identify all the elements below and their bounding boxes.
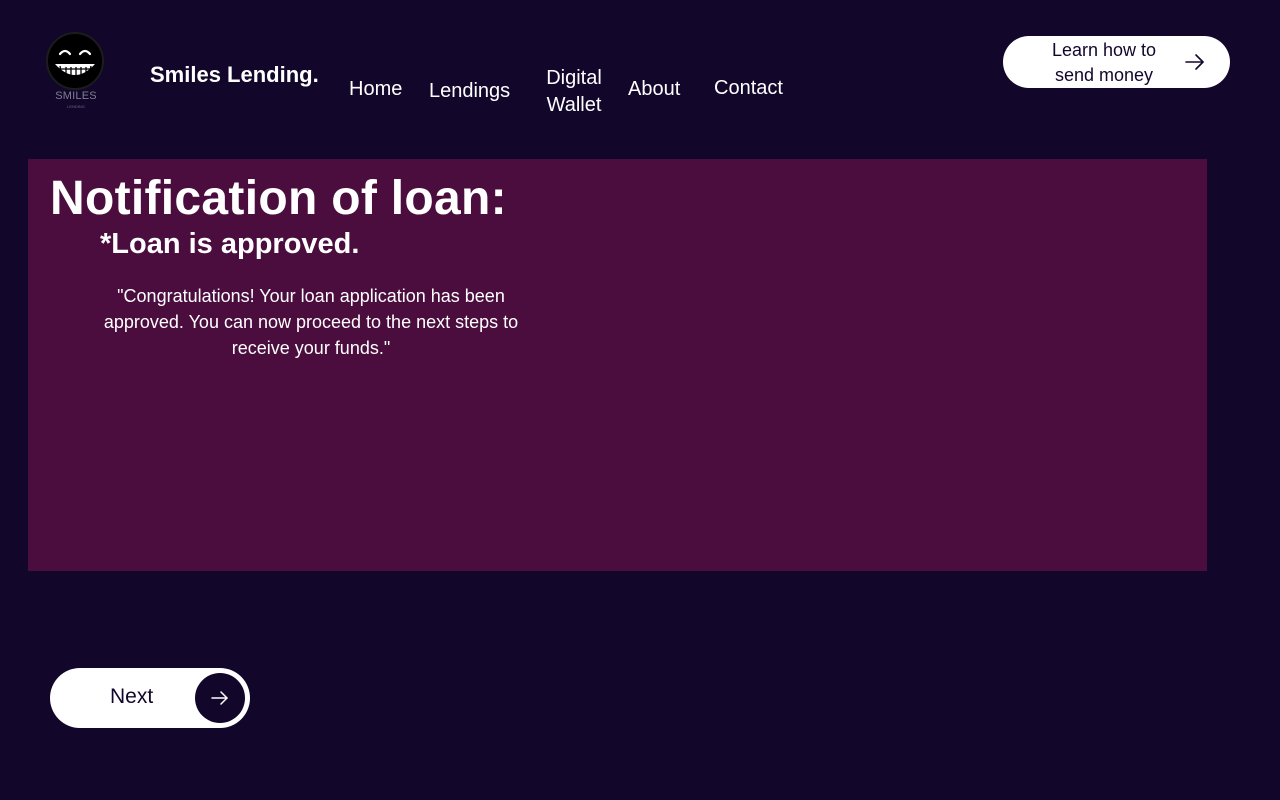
logo-subtext: LENDING (67, 104, 85, 109)
notification-message: "Congratulations! Your loan application … (103, 286, 519, 358)
brand-name[interactable]: Smiles Lending. (150, 62, 319, 88)
nav-lendings[interactable]: Lendings (429, 78, 510, 105)
arrow-right-icon (211, 691, 228, 705)
nav-home[interactable]: Home (349, 76, 402, 103)
nav-digital-wallet[interactable]: Digital Wallet (538, 65, 610, 119)
cta-line1: Learn how to (1051, 40, 1157, 60)
nav-digital-wallet-line2: Wallet (546, 94, 602, 116)
nav-digital-wallet-line1: Digital (546, 67, 602, 89)
next-arrow-circle (195, 673, 245, 723)
logo-text: SMILES (55, 90, 97, 102)
page: SMILES LENDING Smiles Lending. Home Lend… (0, 0, 1280, 800)
notification-panel: Notification of loan: *Loan is approved.… (28, 159, 1207, 571)
nav-contact[interactable]: Contact (714, 75, 783, 102)
smiley-face-icon (46, 32, 104, 90)
learn-send-money-button[interactable]: Learn how to send money (1003, 36, 1230, 88)
logo[interactable]: SMILES LENDING (40, 28, 112, 112)
loan-status: *Loan is approved. (100, 228, 360, 260)
nav-about[interactable]: About (628, 76, 680, 103)
notification-title: Notification of loan: (50, 172, 507, 225)
arrow-right-icon (1185, 54, 1204, 70)
next-button[interactable]: Next (50, 668, 250, 728)
next-button-label: Next (110, 685, 154, 708)
cta-line2: send money (1054, 65, 1154, 85)
learn-send-money-label: Learn how to send money (1039, 38, 1169, 88)
